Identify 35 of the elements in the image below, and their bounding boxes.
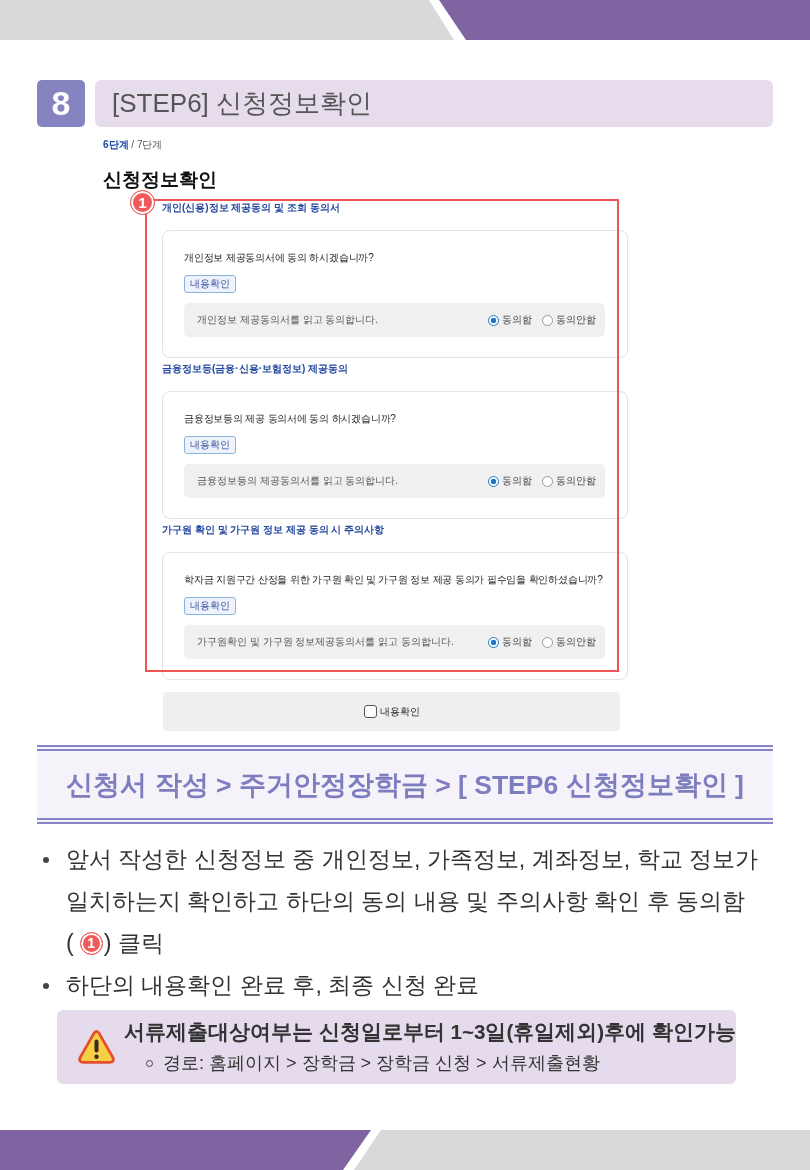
step-indicator: 6단계 / 7단계 (103, 139, 164, 151)
bullet-text: 하단의 내용확인 완료 후, 최종 신청 완료 (66, 971, 480, 1000)
confirm-checkbox[interactable]: 내용확인 (363, 704, 420, 719)
radio-option[interactable]: 동의함 (488, 313, 532, 327)
bullet-text: 앞서 작성한 신청정보 중 개인정보, 가족정보, 계좌정보, 학교 정보가 일치하는지 확인하고 하단의 동의 내용 및 주의사항 확인 후 동의함 (66, 845, 759, 916)
radio-option[interactable]: 동의안함 (542, 313, 596, 327)
agreement-title: 개인(신용)정보 제공동의 및 조회 동의서 (162, 201, 341, 215)
callout-marker: 1 (130, 190, 155, 215)
consent-statement: 금융정보등의 제공동의서를 읽고 동의합니다. (197, 474, 400, 488)
agreement-question: 개인정보 제공동의서에 동의 하시겠습니까? (184, 251, 375, 265)
form-heading: 신청정보확인 (103, 169, 218, 191)
radio-option[interactable]: 동의함 (488, 474, 532, 488)
callout-marker: 1 (79, 931, 103, 955)
section-title: [STEP6] 신청정보확인 (95, 80, 773, 127)
agreement-question: 학자금 지원구간 산정을 위한 가구원 확인 및 가구원 정보 제공 동의가 필수임을 확인하셨습니까? (184, 573, 604, 587)
agreement-title: 가구원 확인 및 가구원 정보 제공 동의 시 주의사항 (162, 523, 386, 537)
agreement-title: 금융정보등(금융·신용·보험정보) 제공동의 (162, 362, 350, 376)
radio-option[interactable]: 동의함 (488, 635, 532, 649)
warning-icon (78, 1028, 115, 1066)
view-content-button[interactable]: 내용확인 (184, 275, 236, 293)
bullet-icon (43, 983, 49, 989)
consent-statement: 개인정보 제공동의서를 읽고 동의합니다. (197, 313, 380, 327)
radio-option[interactable]: 동의안함 (542, 474, 596, 488)
notice-title: 서류제출대상여부는 신청일로부터 1~3일(휴일제외)후에 확인가능 (124, 1019, 736, 1045)
caption-banner: 신청서 작성 > 주거안정장학금 > [ STEP6 신청정보확인 ] (37, 745, 773, 824)
radio-option[interactable]: 동의안함 (542, 635, 596, 649)
bracket-text: ( (66, 929, 74, 957)
view-content-button[interactable]: 내용확인 (184, 597, 236, 615)
bullet-icon (43, 857, 49, 863)
consent-statement: 가구원확인 및 가구원 정보제공동의서를 읽고 동의합니다. (197, 635, 455, 649)
click-text: ) 클릭 (103, 928, 164, 958)
section-number: 8 (37, 80, 85, 127)
notice-item: 경로: 홈페이지 > 장학금 > 장학금 신청 > 서류제출현황 (163, 1052, 600, 1075)
agreement-question: 금융정보등의 제공 동의서에 동의 하시겠습니까? (184, 412, 397, 426)
view-content-button[interactable]: 내용확인 (184, 436, 236, 454)
